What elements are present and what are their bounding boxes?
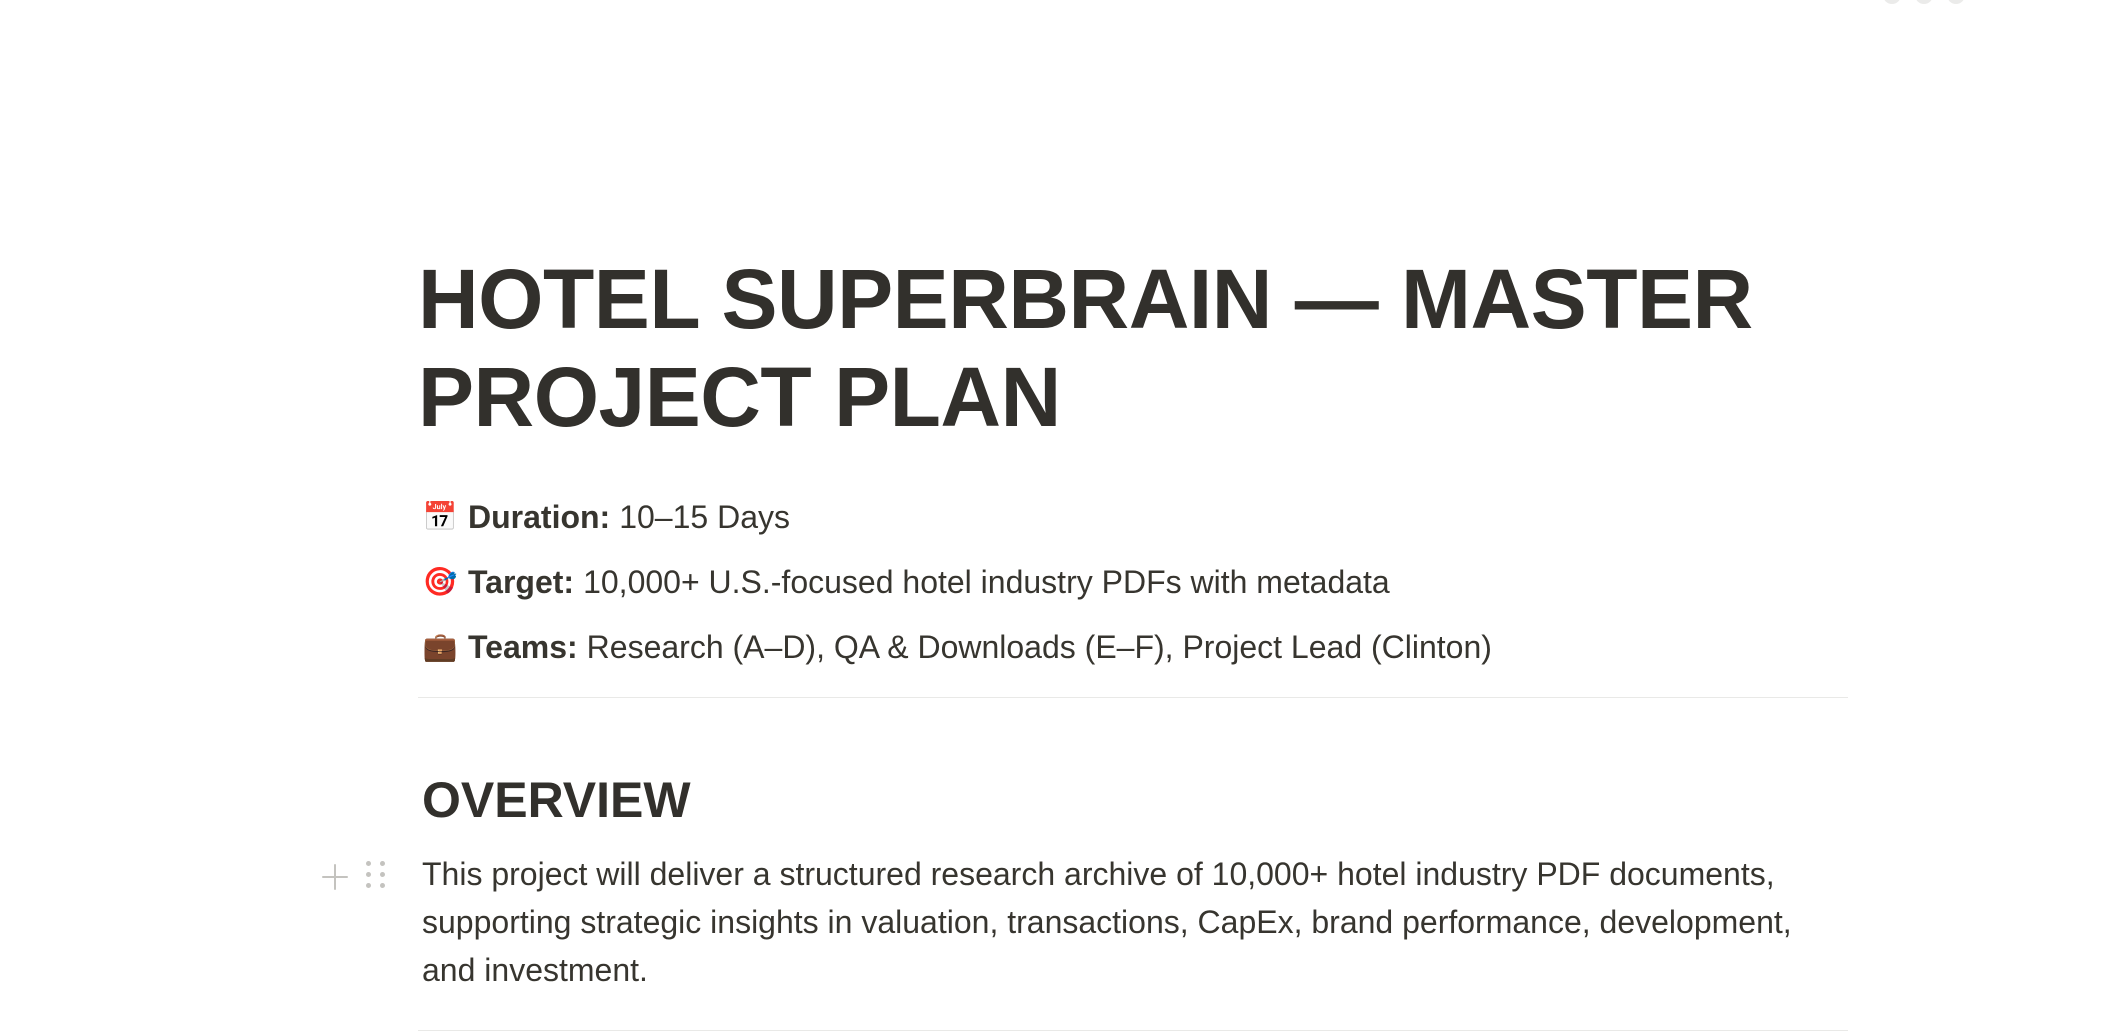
toolbar-dot-icon[interactable] [1947, 0, 1965, 4]
drag-dot-icon [366, 861, 371, 866]
drag-dot-icon [366, 883, 371, 888]
teams-value: Research (A–D), QA & Downloads (E–F), Pr… [586, 628, 1492, 665]
duration-value: 10–15 Days [619, 498, 790, 535]
duration-row[interactable]: 📅 Duration: 10–15 Days [418, 484, 1848, 549]
drag-dot-icon [366, 872, 371, 877]
drag-dot-icon [380, 883, 385, 888]
target-value: 10,000+ U.S.-focused hotel industry PDFs… [583, 563, 1390, 600]
toolbar-dot-icon[interactable] [1915, 0, 1933, 4]
notion-page: HOTEL SUPERBRAIN — MASTER PROJECT PLAN 📅… [0, 0, 2105, 1032]
drag-handle-icon[interactable] [366, 858, 388, 895]
section-divider [418, 1030, 1848, 1031]
teams-label: Teams: [468, 628, 578, 665]
page-title[interactable]: HOTEL SUPERBRAIN — MASTER PROJECT PLAN [418, 250, 1848, 446]
top-right-controls[interactable] [1883, 0, 1965, 4]
drag-dot-icon [380, 861, 385, 866]
add-block-icon[interactable] [318, 860, 352, 894]
section-divider [418, 697, 1848, 698]
duration-label: Duration: [468, 498, 611, 535]
overview-block[interactable]: This project will deliver a structured r… [322, 850, 1848, 994]
drag-dot-icon [380, 872, 385, 877]
project-details: 📅 Duration: 10–15 Days 🎯 Target: 10,000+… [418, 484, 1848, 679]
target-icon: 🎯 [422, 565, 458, 597]
toolbar-dot-icon[interactable] [1883, 0, 1901, 4]
calendar-icon: 📅 [422, 500, 458, 532]
overview-paragraph[interactable]: This project will deliver a structured r… [422, 850, 1852, 994]
block-controls[interactable] [318, 858, 388, 895]
teams-row[interactable]: 💼 Teams: Research (A–D), QA & Downloads … [418, 614, 1848, 679]
target-row[interactable]: 🎯 Target: 10,000+ U.S.-focused hotel ind… [418, 549, 1848, 614]
overview-heading[interactable]: OVERVIEW [422, 770, 1848, 830]
briefcase-icon: 💼 [422, 630, 458, 662]
target-label: Target: [468, 563, 575, 600]
document-content: HOTEL SUPERBRAIN — MASTER PROJECT PLAN 📅… [322, 250, 1848, 1031]
